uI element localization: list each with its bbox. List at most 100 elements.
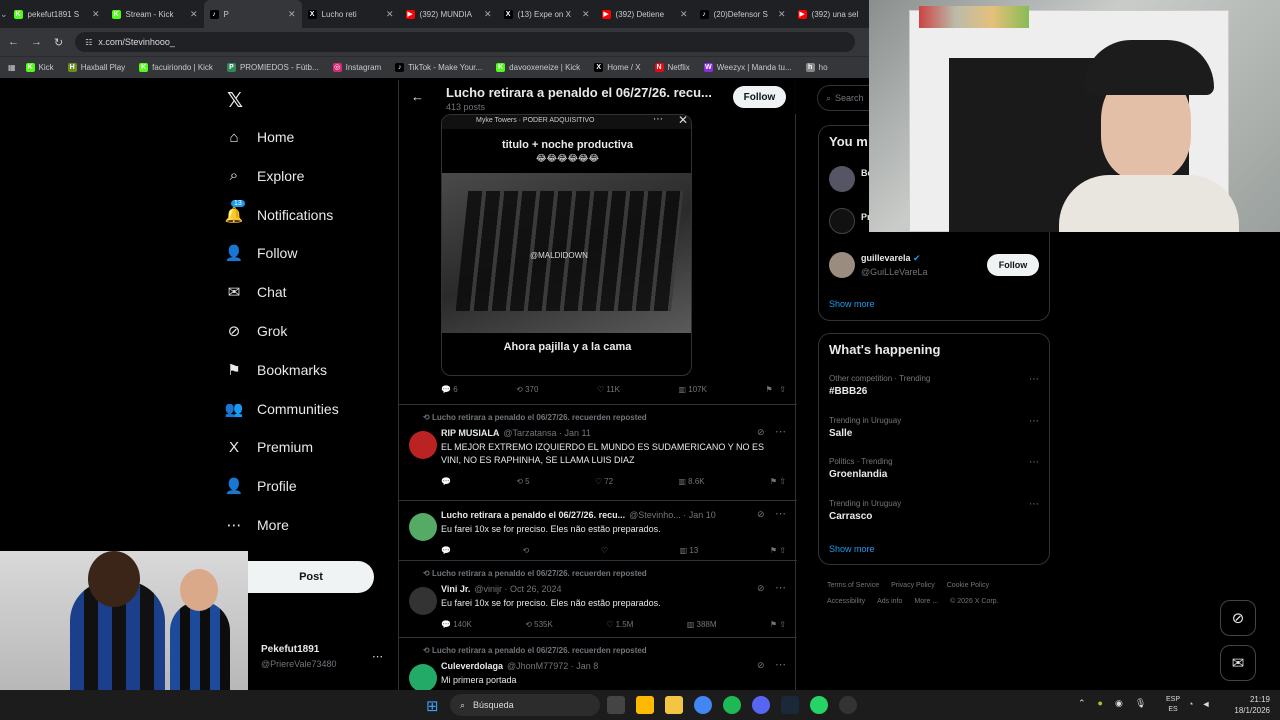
grok-float-icon[interactable]: ⊘ [1220,600,1256,636]
sidebar-item-home[interactable]: ⌂ Home [225,128,294,146]
trend-more-icon[interactable]: ⋯ [1029,499,1039,510]
share-icon[interactable]: ⇧ [779,620,786,629]
grok-icon[interactable]: ⊘ [757,509,765,520]
tweet-more-icon[interactable]: ⋯ [775,658,786,671]
tweet-author-name[interactable]: Culeverdolaga [441,661,503,671]
bookmark-item[interactable]: Kdavooxeneize | Kick [496,63,580,72]
bookmark-item[interactable]: P PROMIEDOS - Fútb... [226,63,319,72]
bookmark-item[interactable]: H Haxball Play [67,63,125,72]
trend-item[interactable]: Politics · Trending Groenlandia [829,457,893,480]
x-logo-icon[interactable]: 𝕏 [227,88,243,113]
views-action[interactable]: ▥ 388M [687,620,717,629]
tweet-more-icon[interactable]: ⋯ [775,425,786,438]
network-icon[interactable]: ◉ [1115,698,1123,709]
sidebar-item-profile[interactable]: 👤 Profile [225,477,297,495]
sidebar-item-notifications[interactable]: 🔔 13 Notifications [225,199,333,224]
task-view-icon[interactable] [607,696,625,714]
tab-close-icon[interactable]: ✕ [92,9,100,20]
back-icon[interactable]: ← [8,36,19,48]
copilot-icon[interactable] [636,696,654,714]
whatsapp-icon[interactable] [810,696,828,714]
views-action[interactable]: ▥ 8.6K [678,477,704,486]
footer-link[interactable]: More ... [914,598,938,605]
discord-icon[interactable] [752,696,770,714]
file-explorer-icon[interactable] [665,696,683,714]
tweet-avatar[interactable] [409,587,437,615]
tweet-item[interactable]: Lucho retirara a penaldo el 06/27/26. re… [399,500,797,560]
tab-close-icon[interactable]: ✕ [386,9,394,20]
tray-app-icon[interactable]: ● [1098,698,1103,709]
browser-tab[interactable]: K Stream - Kick ✕ [106,0,204,28]
browser-tab[interactable]: X Lucho reti ✕ [302,0,400,28]
tweet-author-name[interactable]: Vini Jr. [441,584,470,594]
sidebar-item-premium[interactable]: X Premium [225,438,313,456]
footer-link[interactable]: Ads info [877,598,902,605]
suggest-name-3[interactable]: guillevarela ✔ [861,253,921,264]
tweet-author-name[interactable]: Lucho retirara a penaldo el 06/27/26. re… [441,510,625,520]
tab-close-icon[interactable]: ✕ [190,9,198,20]
chrome-icon[interactable] [694,696,712,714]
bookmark-item[interactable]: W Weezyx | Manda tu... [703,63,792,72]
account-switcher[interactable]: Pekefut1891 @PriereVale73480 ⋯ [248,640,388,680]
bookmark-icon[interactable]: ⚑ [770,477,777,486]
spotify-icon[interactable] [723,696,741,714]
suggest-avatar-3[interactable] [829,252,855,278]
browser-tab[interactable]: ♪ (20)Defensor S ✕ [694,0,792,28]
views-action[interactable]: ▥ 107K [678,385,706,394]
like-action[interactable]: ♡ [601,546,608,555]
tweet-more-icon[interactable]: ⋯ [775,507,786,520]
tweet-item[interactable]: ⟲ Lucho retirara a penaldo el 06/27/26. … [399,560,797,637]
tweet-item[interactable]: ⟲ Lucho retirara a penaldo el 06/27/26. … [399,637,797,692]
apps-grid-icon[interactable]: ▦ [8,63,16,72]
suggest-avatar-2[interactable] [829,208,855,234]
share-icon[interactable]: ⇧ [779,477,786,486]
messages-float-icon[interactable]: ✉ [1220,645,1256,681]
repost-action[interactable]: ⟲ 370 [516,385,538,394]
language-indicator[interactable]: ESP ES [1166,695,1180,715]
like-action[interactable]: ♡ 11K [597,385,620,394]
bookmark-icon[interactable]: ⚑ [770,546,777,555]
forward-icon[interactable]: → [31,36,42,48]
reply-action[interactable]: 💬 [441,477,451,486]
suggest-follow-button[interactable]: Follow [987,254,1039,276]
trend-item[interactable]: Trending in Uruguay Carrasco [829,499,901,522]
post-button[interactable]: Post [248,561,374,593]
bookmark-item[interactable]: K Kick [25,63,54,72]
browser-tab[interactable]: ▶ (392) MUNDIA ✕ [400,0,498,28]
taskbar-search[interactable]: ⌕ Búsqueda [450,694,600,716]
share-icon[interactable]: ⇧ [779,385,786,394]
share-icon[interactable]: ⇧ [779,546,786,555]
sidebar-item-chat[interactable]: ✉ Chat [225,283,287,301]
footer-link[interactable]: Cookie Policy [947,582,989,589]
repost-action[interactable]: ⟲ [523,546,530,555]
sidebar-item-follow[interactable]: 👤 Follow [225,244,298,262]
browser-tab[interactable]: ▶ (392) Detiene ✕ [596,0,694,28]
volume-icon[interactable]: ◄ [1201,699,1210,709]
tweet-more-icon[interactable]: ⋯ [775,581,786,594]
footer-link[interactable]: Privacy Policy [891,582,935,589]
tweet-item[interactable]: ⟲ Lucho retirara a penaldo el 06/27/26. … [399,404,797,500]
suggest-avatar-1[interactable] [829,166,855,192]
reload-icon[interactable]: ↻ [54,36,63,49]
sidebar-item-more[interactable]: ⋯ More [225,516,289,534]
reply-action[interactable]: 💬 6 [441,385,458,394]
search-box[interactable]: ⌕ Search [817,85,877,111]
bookmark-item[interactable]: Kfacuiriondo | Kick [139,63,213,72]
footer-link[interactable]: © 2026 X Corp. [950,598,998,605]
footer-link[interactable]: Accessibility [827,598,865,605]
repost-action[interactable]: ⟲ 5 [516,477,529,486]
trend-item[interactable]: Other competition · Trending #BBB26 [829,374,930,397]
tab-list-chevron-icon[interactable]: ⌄ [0,9,8,20]
browser-tab[interactable]: ▶(392) una sel✕ [792,0,870,28]
trend-more-icon[interactable]: ⋯ [1029,457,1039,468]
trend-more-icon[interactable]: ⋯ [1029,416,1039,427]
tab-close-icon[interactable]: ✕ [582,9,590,20]
windows-start-icon[interactable]: ⊞ [426,697,439,715]
bookmark-item[interactable]: X Home / X [594,63,641,72]
bookmark-icon[interactable]: ⚑ [765,385,772,394]
footer-link[interactable]: Terms of Service [827,582,879,589]
obs-icon[interactable] [839,696,857,714]
browser-tab[interactable]: X (13) Expe on X ✕ [498,0,596,28]
tweet-avatar[interactable] [409,664,437,692]
wifi-icon[interactable]: ◔ [1188,699,1193,709]
